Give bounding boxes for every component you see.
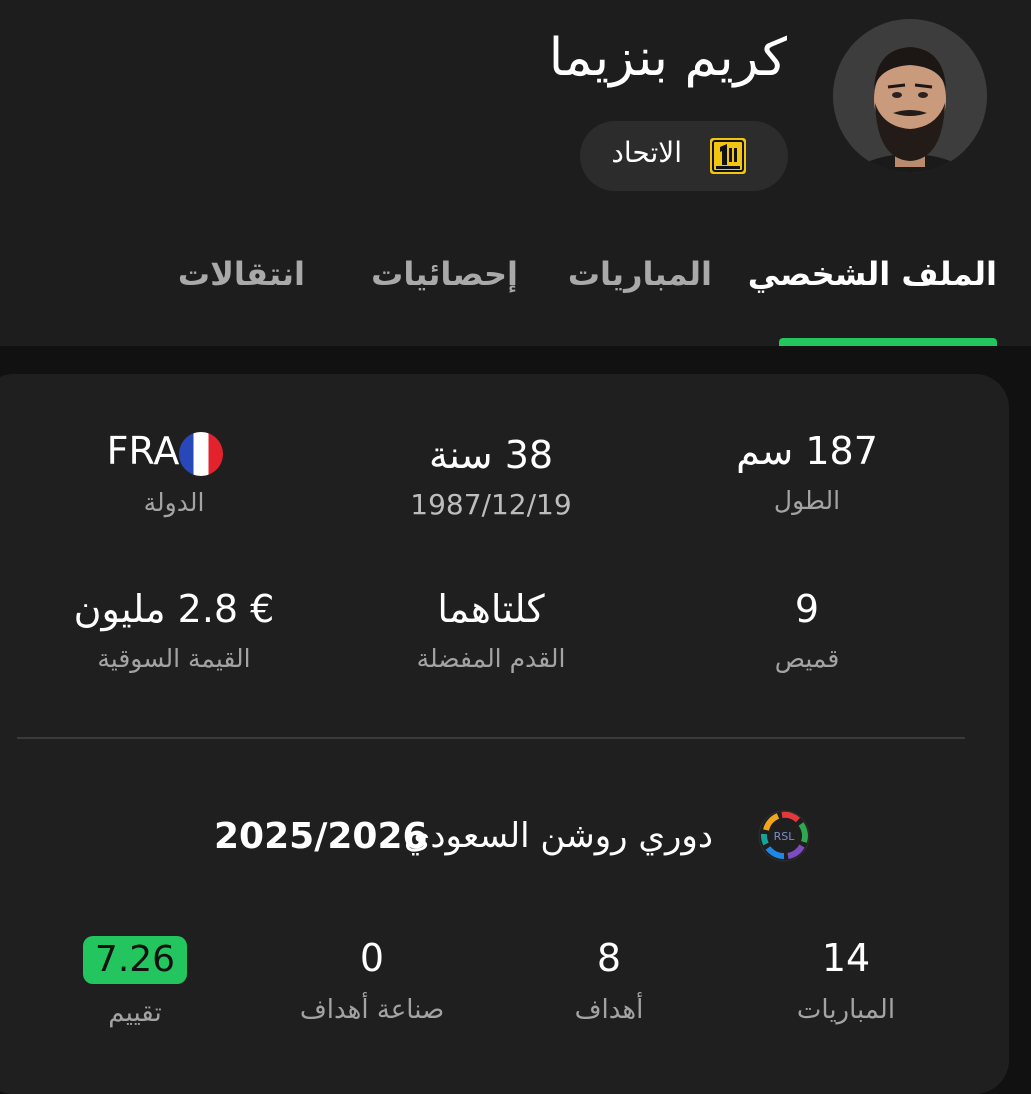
player-avatar[interactable] (833, 19, 987, 173)
matches-value: 14 (821, 936, 871, 980)
tab-profile[interactable]: الملف الشخصي (748, 255, 997, 293)
team-chip[interactable]: الاتحاد (580, 121, 788, 191)
country-label: الدولة (143, 487, 205, 517)
market-value: € 2.8 مليون (73, 587, 275, 631)
height-value: 187 سم (736, 429, 878, 473)
player-header: كريم بنزيما الاتحاد الملف الشخصي المباري… (0, 0, 1031, 346)
goals-value: 8 (596, 936, 622, 980)
foot-stat: كلتاهما القدم المفضلة (341, 586, 641, 676)
tab-statistics[interactable]: إحصائيات (371, 255, 518, 293)
league-season: 2025/2026 (214, 816, 428, 857)
league-logo-text: RSL (774, 830, 796, 843)
shirt-label: قميص (774, 644, 840, 673)
tab-matches[interactable]: المباريات (568, 255, 712, 293)
assists-label: صناعة أهداف (299, 995, 445, 1025)
rating-badge: 7.26 (82, 936, 188, 984)
team-name: الاتحاد (611, 136, 682, 169)
rating-stat: 7.26 تقييم (20, 935, 250, 1030)
player-name: كريم بنزيما (548, 28, 787, 88)
country-row: FRA (24, 428, 324, 476)
league-row[interactable]: RSL دوري روشن السعودي 2025/2026 (0, 808, 1031, 868)
active-tab-indicator (779, 338, 997, 346)
age-value: 38 سنة (428, 433, 554, 477)
country-code: FRA (106, 429, 180, 473)
assists-value: 0 (359, 936, 385, 980)
tab-transfers[interactable]: انتقالات (178, 255, 305, 293)
shirt-number: 9 (794, 587, 820, 631)
age-stat: 38 سنة 1987/12/19 (341, 432, 641, 522)
height-stat: 187 سم الطول (657, 428, 957, 518)
divider (17, 737, 965, 739)
shirt-stat: 9 قميص (657, 586, 957, 676)
preferred-foot-label: القدم المفضلة (416, 644, 566, 673)
goals-stat: 8 أهداف (494, 935, 724, 1027)
goals-label: أهداف (574, 995, 644, 1025)
market-value-stat: € 2.8 مليون القيمة السوقية (24, 586, 324, 676)
matches-stat: 14 المباريات (731, 935, 961, 1027)
market-value-label: القيمة السوقية (97, 644, 251, 673)
matches-label: المباريات (796, 995, 896, 1025)
rating-label: تقييم (108, 998, 162, 1028)
assists-stat: 0 صناعة أهداف (257, 935, 487, 1027)
preferred-foot: كلتاهما (437, 587, 545, 631)
roshn-saudi-league-logo-icon: RSL (758, 810, 810, 862)
country-stat: FRA الدولة (24, 428, 324, 520)
france-flag-icon (179, 431, 224, 476)
height-label: الطول (773, 486, 841, 515)
al-ittihad-logo-icon (710, 138, 746, 174)
birth-date: 1987/12/19 (410, 488, 572, 521)
league-name: دوري روشن السعودي (403, 816, 713, 856)
